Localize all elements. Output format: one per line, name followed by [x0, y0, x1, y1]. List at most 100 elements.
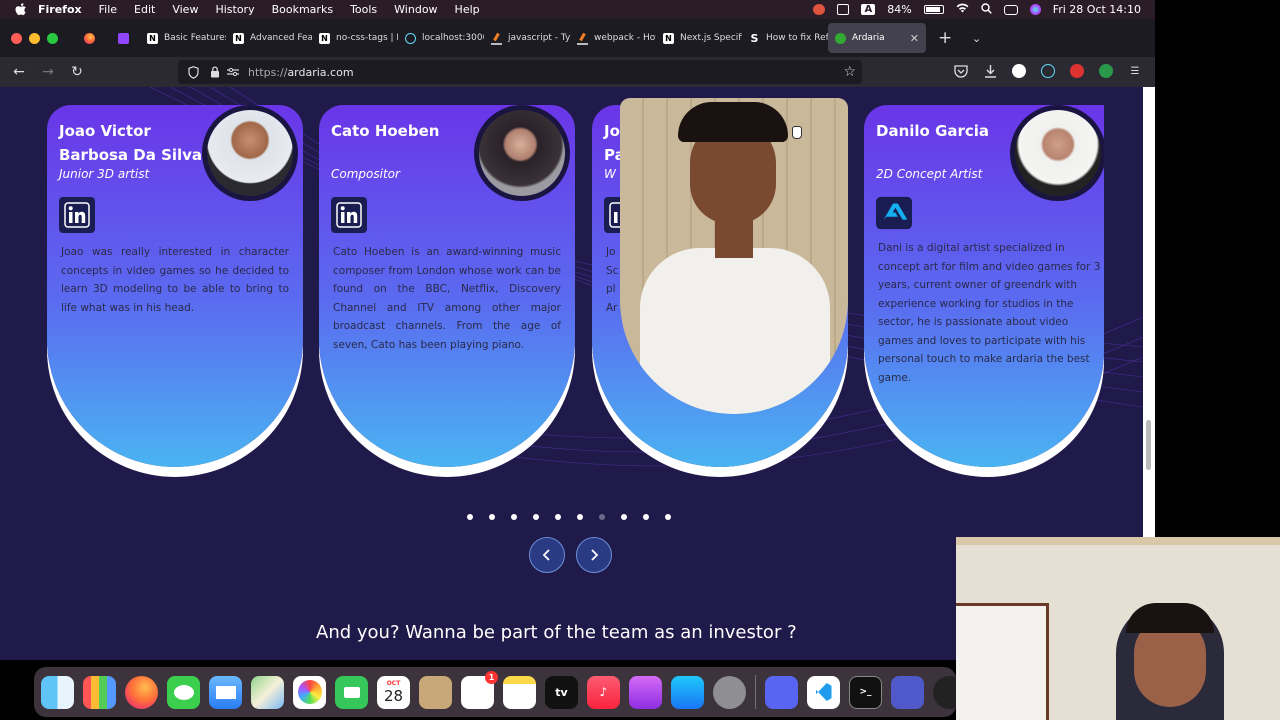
url-text[interactable]: https://ardaria.com: [248, 66, 354, 79]
s-icon: S: [750, 31, 759, 45]
avatar: [1010, 105, 1104, 201]
carousel-dot[interactable]: [665, 514, 671, 520]
forward-button[interactable]: →: [37, 61, 59, 83]
menu-help[interactable]: Help: [455, 3, 480, 16]
tab-how-to-fix[interactable]: S How to fix Refe: [742, 23, 828, 53]
appletv-icon[interactable]: tv: [545, 675, 578, 709]
permissions-icon[interactable]: [226, 65, 240, 79]
carousel-dot[interactable]: [489, 514, 495, 520]
notes-icon[interactable]: [503, 675, 536, 709]
minimize-window-button[interactable]: [29, 32, 40, 44]
menu-bookmarks[interactable]: Bookmarks: [272, 3, 333, 16]
carousel-dot[interactable]: [533, 514, 539, 520]
menu-app-name[interactable]: Firefox: [38, 3, 82, 16]
menu-tools[interactable]: Tools: [350, 3, 377, 16]
hamburger-menu-icon[interactable]: ☰: [1125, 61, 1145, 81]
launchpad-icon[interactable]: [83, 675, 116, 709]
maps-icon[interactable]: [251, 675, 284, 709]
messages-icon[interactable]: [167, 675, 200, 709]
tab-webpack[interactable]: webpack - How: [570, 23, 656, 53]
appstore-icon[interactable]: [671, 675, 704, 709]
bookmark-star-icon[interactable]: ☆: [843, 64, 856, 80]
carousel-dot[interactable]: [621, 514, 627, 520]
tab-basic-features[interactable]: N Basic Features: [140, 23, 226, 53]
linkedin-icon[interactable]: [331, 197, 367, 233]
dock-separator: [755, 675, 756, 709]
tab-ardaria[interactable]: Ardaria ✕: [828, 23, 926, 53]
green-extension-icon[interactable]: [1096, 61, 1116, 81]
webcam-overlay: [956, 537, 1280, 720]
firefox-icon: [83, 32, 95, 44]
downloads-icon[interactable]: [980, 61, 1000, 81]
pinned-tab-twitch[interactable]: [106, 23, 140, 53]
teams-icon[interactable]: [891, 675, 924, 709]
tab-list-chevron-icon[interactable]: ⌄: [972, 32, 981, 45]
vscode-icon[interactable]: [807, 675, 840, 709]
close-tab-icon[interactable]: ✕: [910, 32, 919, 45]
clock-datetime[interactable]: Fri 28 Oct 14:10: [1053, 3, 1141, 16]
account-icon[interactable]: [1009, 61, 1029, 81]
tab-localhost[interactable]: localhost:3000/: [398, 23, 484, 53]
menu-edit[interactable]: Edit: [134, 3, 155, 16]
carousel-dot[interactable]: [467, 514, 473, 520]
discord-icon[interactable]: [765, 675, 798, 709]
carousel-dot[interactable]: [511, 514, 517, 520]
back-button[interactable]: ←: [8, 61, 30, 83]
input-source-indicator[interactable]: A: [861, 4, 876, 15]
spotlight-icon[interactable]: [980, 2, 992, 17]
tab-nextjs[interactable]: N Next.js Specific: [656, 23, 742, 53]
firefox-icon[interactable]: [125, 675, 158, 709]
pinned-tab-firefox[interactable]: [72, 23, 106, 53]
lock-icon[interactable]: [208, 65, 222, 79]
battery-icon[interactable]: [923, 5, 944, 14]
reminders-badge: 1: [485, 670, 498, 684]
tab-label: no-css-tags | N: [336, 33, 398, 43]
terminal-icon[interactable]: >_: [849, 675, 882, 709]
contacts-icon[interactable]: [419, 675, 452, 709]
menu-window[interactable]: Window: [394, 3, 437, 16]
calendar-icon[interactable]: OCT 28: [377, 675, 410, 709]
reload-button[interactable]: ↻: [66, 61, 88, 83]
finder-icon[interactable]: [41, 675, 74, 709]
carousel-dot[interactable]: [643, 514, 649, 520]
podcasts-icon[interactable]: [629, 675, 662, 709]
adblock-icon[interactable]: [1067, 61, 1087, 81]
apple-icon[interactable]: [14, 3, 28, 17]
url-bar[interactable]: https://ardaria.com ☆: [178, 60, 862, 84]
music-icon[interactable]: ♪: [587, 675, 620, 709]
siri-icon[interactable]: [1029, 4, 1041, 15]
carousel-dot[interactable]: [599, 514, 605, 520]
mail-icon[interactable]: [209, 675, 242, 709]
linkedin-icon[interactable]: [59, 197, 95, 233]
keyboard-icon[interactable]: [837, 4, 850, 15]
menu-history[interactable]: History: [215, 3, 254, 16]
control-center-icon[interactable]: [1003, 4, 1018, 15]
close-window-button[interactable]: [11, 32, 22, 44]
wifi-icon[interactable]: [956, 3, 969, 16]
facetime-icon[interactable]: [335, 675, 368, 709]
browser-navbar: ← → ↻ https://ardaria.com ☆ ☰: [0, 57, 1155, 87]
carousel-next-button[interactable]: [576, 537, 612, 573]
menu-file[interactable]: File: [99, 3, 117, 16]
artstation-icon[interactable]: [876, 195, 912, 231]
tab-no-css-tags[interactable]: N no-css-tags | N: [312, 23, 398, 53]
member-video[interactable]: [620, 98, 848, 414]
carousel-prev-button[interactable]: [529, 537, 565, 573]
carousel-dot[interactable]: [577, 514, 583, 520]
member-bio: Cato Hoeben is an award-winning music co…: [333, 246, 561, 351]
photos-icon[interactable]: [293, 675, 326, 709]
tab-advanced-features[interactable]: N Advanced Feat: [226, 23, 312, 53]
react-devtools-icon[interactable]: [1038, 61, 1058, 81]
tab-javascript[interactable]: javascript - Typ: [484, 23, 570, 53]
page-scrollbar-thumb[interactable]: [1146, 420, 1151, 470]
avatar: [202, 105, 298, 201]
reminders-icon[interactable]: 1: [461, 670, 498, 709]
pocket-icon[interactable]: [951, 61, 971, 81]
carousel-dot[interactable]: [555, 514, 561, 520]
tracking-shield-icon[interactable]: [186, 65, 200, 79]
settings-icon[interactable]: [713, 675, 746, 709]
new-tab-button[interactable]: +: [938, 28, 960, 48]
creative-cloud-icon[interactable]: [813, 4, 826, 15]
menu-view[interactable]: View: [172, 3, 198, 16]
zoom-window-button[interactable]: [47, 32, 58, 44]
